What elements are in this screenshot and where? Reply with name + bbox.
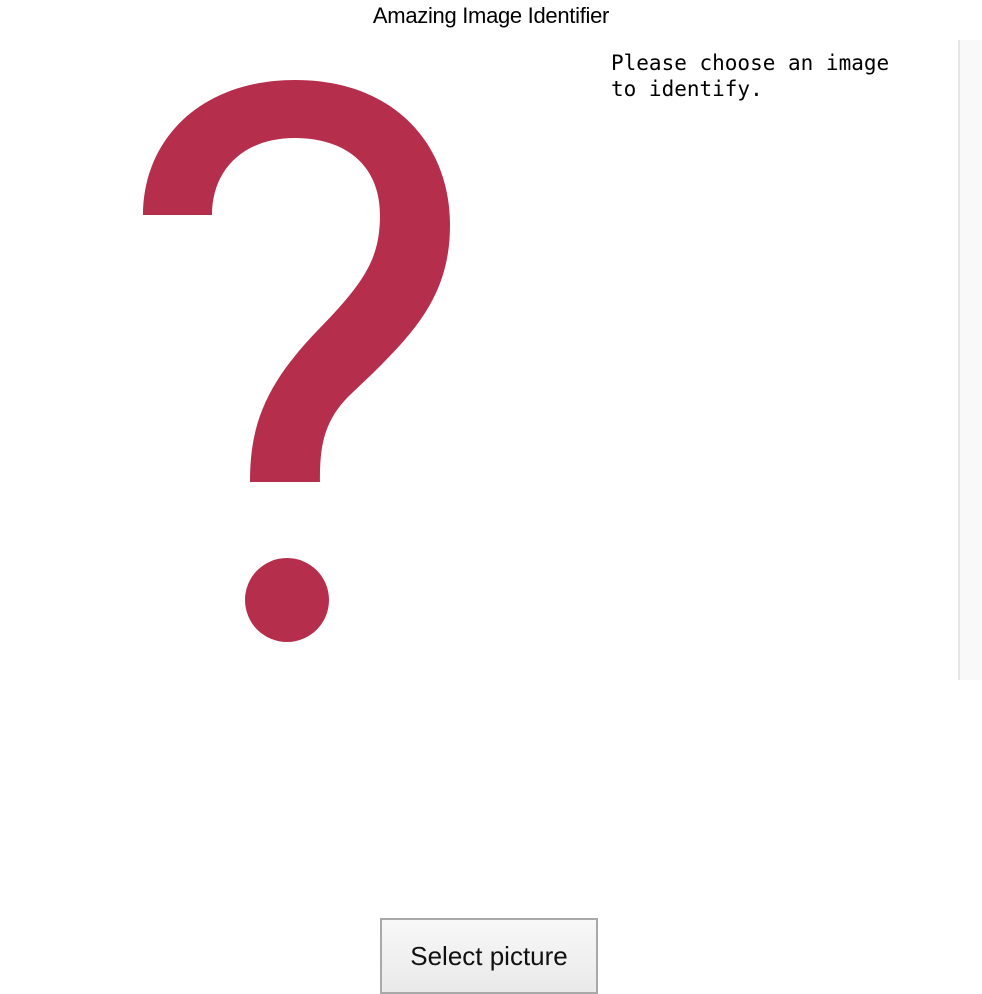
image-preview xyxy=(0,40,580,680)
question-mark-icon xyxy=(143,80,450,642)
identification-result-text: Please choose an image to identify. xyxy=(611,51,890,101)
select-picture-button[interactable]: Select picture xyxy=(380,918,598,994)
result-scrollbar[interactable] xyxy=(958,40,982,680)
window-title: Amazing Image Identifier xyxy=(372,3,610,28)
